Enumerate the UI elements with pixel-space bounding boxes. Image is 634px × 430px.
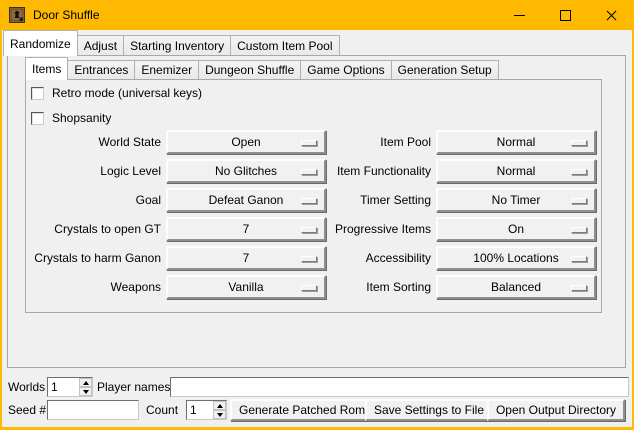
item-functionality-label: Item Functionality (331, 159, 431, 183)
timer-setting-label: Timer Setting (331, 188, 431, 212)
player-names-label: Player names (97, 377, 170, 397)
crystals-gt-label: Crystals to open GT (26, 217, 161, 241)
dropdown-indicator-icon (571, 256, 587, 262)
dropdown-indicator-icon (571, 227, 587, 233)
spin-down-button[interactable] (213, 410, 226, 419)
titlebar: Door Shuffle (0, 0, 634, 30)
maximize-icon (560, 10, 571, 21)
shopsanity-checkbox[interactable] (31, 112, 44, 125)
item-functionality-dropdown[interactable]: Normal (436, 159, 596, 183)
crystals-ganon-label: Crystals to harm Ganon (26, 246, 161, 270)
tab-adjust[interactable]: Adjust (77, 35, 124, 55)
minimize-button[interactable] (496, 0, 542, 30)
count-input[interactable] (187, 401, 213, 419)
save-settings-button[interactable]: Save Settings to File (365, 399, 493, 421)
world-state-dropdown[interactable]: Open (166, 130, 326, 154)
items-tab-page: Retro mode (universal keys) Shopsanity W… (25, 79, 602, 313)
minimize-icon (514, 15, 525, 16)
goal-label: Goal (26, 188, 161, 212)
worlds-spinner (47, 377, 93, 397)
open-output-directory-button[interactable]: Open Output Directory (487, 399, 625, 421)
arrow-down-icon (217, 413, 223, 417)
logic-level-label: Logic Level (26, 159, 161, 183)
item-sorting-dropdown[interactable]: Balanced (436, 275, 596, 299)
goal-dropdown[interactable]: Defeat Ganon (166, 188, 326, 212)
retro-mode-checkbox[interactable] (31, 87, 44, 100)
window-controls (496, 0, 634, 30)
dropdown-indicator-icon (571, 285, 587, 291)
tab-custom-item-pool[interactable]: Custom Item Pool (230, 35, 339, 55)
window-title: Door Shuffle (33, 8, 100, 22)
tab-randomize[interactable]: Randomize (3, 30, 78, 56)
dropdown-indicator-icon (301, 256, 317, 262)
world-state-label: World State (26, 130, 161, 154)
shopsanity-label: Shopsanity (52, 111, 111, 125)
maximize-button[interactable] (542, 0, 588, 30)
timer-setting-dropdown[interactable]: No Timer (436, 188, 596, 212)
dropdown-indicator-icon (301, 140, 317, 146)
arrow-up-icon (217, 404, 223, 408)
tab-items[interactable]: Items (25, 57, 68, 80)
spin-up-button[interactable] (213, 401, 226, 410)
tab-generation-setup[interactable]: Generation Setup (391, 60, 499, 79)
dropdown-indicator-icon (571, 198, 587, 204)
close-button[interactable] (588, 0, 634, 30)
arrow-up-icon (83, 381, 89, 385)
spin-down-button[interactable] (79, 387, 92, 396)
item-pool-label: Item Pool (331, 130, 431, 154)
tab-enemizer[interactable]: Enemizer (134, 60, 199, 79)
count-label: Count (146, 400, 178, 420)
dropdown-indicator-icon (301, 198, 317, 204)
tab-starting-inventory[interactable]: Starting Inventory (123, 35, 231, 55)
player-names-input[interactable] (170, 377, 629, 397)
worlds-input[interactable] (48, 378, 79, 396)
dropdown-indicator-icon (301, 227, 317, 233)
dropdown-indicator-icon (571, 169, 587, 175)
tab-game-options[interactable]: Game Options (300, 60, 391, 79)
seed-label: Seed # (8, 400, 46, 420)
shopsanity-row: Shopsanity (31, 111, 111, 125)
accessibility-label: Accessibility (331, 246, 431, 270)
retro-mode-label: Retro mode (universal keys) (52, 86, 202, 100)
app-window: Door Shuffle Randomize Adjust Starting I… (0, 0, 634, 430)
progressive-items-dropdown[interactable]: On (436, 217, 596, 241)
accessibility-dropdown[interactable]: 100% Locations (436, 246, 596, 270)
item-pool-dropdown[interactable]: Normal (436, 130, 596, 154)
crystals-ganon-dropdown[interactable]: 7 (166, 246, 326, 270)
count-spin-buttons (213, 401, 226, 419)
door-icon (9, 7, 25, 23)
dropdown-indicator-icon (301, 169, 317, 175)
weapons-label: Weapons (26, 275, 161, 299)
dropdown-indicator-icon (571, 140, 587, 146)
arrow-down-icon (83, 390, 89, 394)
dropdown-indicator-icon (301, 285, 317, 291)
window-border-left (0, 30, 2, 430)
worlds-label: Worlds (8, 377, 45, 397)
logic-level-dropdown[interactable]: No Glitches (166, 159, 326, 183)
tab-entrances[interactable]: Entrances (67, 60, 135, 79)
weapons-dropdown[interactable]: Vanilla (166, 275, 326, 299)
generate-patched-rom-button[interactable]: Generate Patched Rom (230, 399, 374, 421)
close-icon (606, 10, 617, 21)
tab-dungeon-shuffle[interactable]: Dungeon Shuffle (198, 60, 301, 79)
item-sorting-label: Item Sorting (331, 275, 431, 299)
spin-up-button[interactable] (79, 378, 92, 387)
options-grid: World State Open Item Pool Normal Logic … (26, 130, 596, 299)
crystals-gt-dropdown[interactable]: 7 (166, 217, 326, 241)
main-tab-bar: Randomize Adjust Starting Inventory Cust… (3, 30, 339, 56)
seed-input[interactable] (47, 400, 139, 420)
progressive-items-label: Progressive Items (331, 217, 431, 241)
count-spinner (186, 400, 227, 420)
worlds-spin-buttons (79, 378, 92, 396)
sub-tab-bar: Items Entrances Enemizer Dungeon Shuffle… (25, 57, 498, 80)
retro-mode-row: Retro mode (universal keys) (31, 86, 202, 100)
